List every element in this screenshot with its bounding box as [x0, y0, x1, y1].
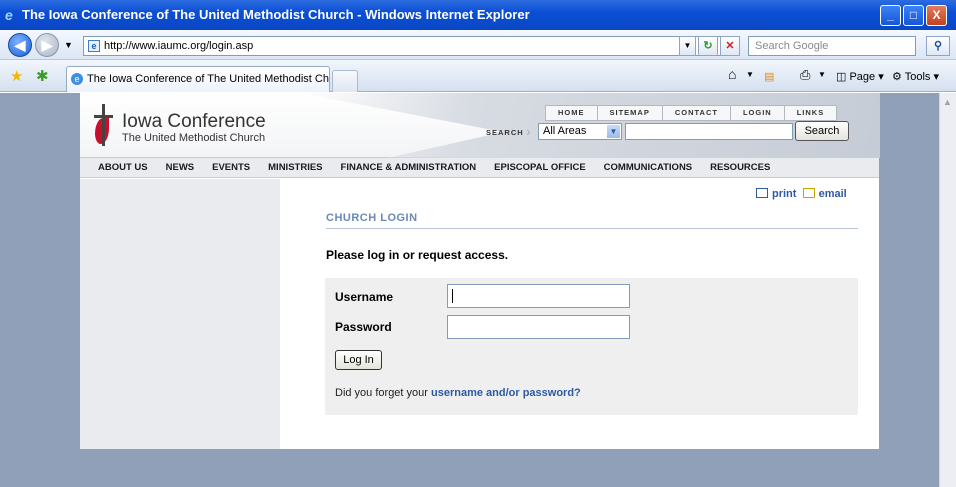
tab-page-icon: e — [71, 73, 83, 85]
print-link[interactable]: print — [772, 188, 796, 200]
tab-bar: ★ ✱ e The Iowa Conference of The United … — [0, 60, 956, 92]
page-menu[interactable]: ◫ Page ▾ — [836, 70, 884, 83]
email-link[interactable]: email — [819, 188, 847, 200]
stop-icon[interactable]: ✕ — [720, 36, 740, 56]
top-links: HOME SITEMAP CONTACT LOGIN LINKS — [545, 105, 838, 121]
nav-communications[interactable]: COMMUNICATIONS — [604, 162, 692, 173]
nav-finance-administration[interactable]: FINANCE & ADMINISTRATION — [341, 162, 477, 173]
maximize-button[interactable]: □ — [903, 5, 924, 26]
password-input[interactable] — [447, 315, 630, 339]
page-icon: e — [88, 40, 100, 52]
top-link-sitemap[interactable]: SITEMAP — [598, 106, 663, 120]
tab-title: The Iowa Conference of The United Method… — [87, 73, 330, 85]
search-icon[interactable]: ⚲ — [926, 36, 950, 56]
favorites-star-icon[interactable]: ★ — [10, 67, 23, 85]
add-favorites-icon[interactable]: ✱ — [36, 67, 49, 85]
forgot-prefix: Did you forget your — [335, 387, 428, 399]
browser-window: e The Iowa Conference of The United Meth… — [0, 0, 956, 487]
login-form: Username Password Log In Did you forget … — [325, 278, 858, 415]
forgot-text: Did you forget your username and/or pass… — [335, 387, 581, 399]
home-dropdown-icon[interactable]: ▼ — [746, 70, 754, 79]
forward-button[interactable]: ▶ — [35, 33, 59, 57]
cross-logo-icon[interactable] — [102, 104, 105, 146]
password-label: Password — [335, 320, 392, 334]
nav-resources[interactable]: RESOURCES — [710, 162, 770, 173]
nav-events[interactable]: EVENTS — [212, 162, 250, 173]
print-dropdown-icon[interactable]: ▼ — [818, 70, 826, 79]
top-link-login[interactable]: LOGIN — [731, 106, 785, 120]
main-nav: ABOUT US NEWS EVENTS MINISTRIES FINANCE … — [80, 158, 879, 178]
tab-current[interactable]: e The Iowa Conference of The United Meth… — [66, 66, 330, 92]
new-tab-button[interactable] — [332, 70, 358, 92]
ie-logo-icon: e — [5, 7, 13, 23]
address-bar[interactable]: e http://www.iaumc.org/login.asp — [83, 36, 739, 56]
vertical-scrollbar[interactable]: ▲ — [939, 93, 956, 487]
nav-episcopal-office[interactable]: EPISCOPAL OFFICE — [494, 162, 586, 173]
chevron-down-icon: ▼ — [607, 125, 620, 138]
nav-about-us[interactable]: ABOUT US — [98, 162, 148, 173]
nav-news[interactable]: NEWS — [166, 162, 195, 173]
page-menu-label: Page — [849, 71, 876, 83]
top-link-links[interactable]: LINKS — [785, 106, 837, 120]
intro-text: Please log in or request access. — [326, 248, 509, 262]
username-label: Username — [335, 290, 394, 304]
feeds-icon[interactable]: ▤ — [764, 70, 774, 83]
site-page: Iowa Conference The United Methodist Chu… — [80, 93, 880, 449]
search-scope-value: All Areas — [543, 125, 587, 137]
top-link-home[interactable]: HOME — [546, 106, 598, 120]
history-dropdown-icon[interactable]: ▼ — [64, 40, 73, 50]
forgot-credentials-link[interactable]: username and/or password? — [431, 387, 581, 399]
top-link-contact[interactable]: CONTACT — [663, 106, 731, 120]
window-title: The Iowa Conference of The United Method… — [22, 7, 530, 22]
site-search-button[interactable]: Search — [795, 121, 849, 141]
left-sidebar — [80, 179, 280, 449]
site-header: Iowa Conference The United Methodist Chu… — [80, 93, 880, 158]
address-dropdown-button[interactable]: ▼ — [679, 36, 696, 56]
email-icon — [802, 188, 815, 198]
search-scope-select[interactable]: All Areas ▼ — [538, 123, 622, 140]
print-icon — [756, 188, 768, 198]
minimize-button[interactable]: _ — [880, 5, 901, 26]
search-google-input[interactable]: Search Google — [748, 36, 916, 56]
org-name[interactable]: Iowa Conference — [122, 111, 266, 133]
address-url: http://www.iaumc.org/login.asp — [104, 40, 254, 52]
scroll-up-icon[interactable]: ▲ — [943, 97, 952, 107]
search-label: SEARCH — [486, 128, 524, 137]
close-button[interactable]: X — [926, 5, 947, 26]
cross-bar — [94, 115, 113, 118]
username-input[interactable] — [447, 284, 630, 308]
title-bar: e The Iowa Conference of The United Meth… — [0, 0, 956, 30]
title-divider — [326, 228, 858, 229]
back-button[interactable]: ◀ — [8, 33, 32, 57]
page-viewport: Iowa Conference The United Methodist Chu… — [0, 93, 956, 487]
site-search-input[interactable] — [625, 123, 793, 140]
search-arrow-icon: › — [526, 123, 531, 139]
refresh-icon[interactable]: ↻ — [698, 36, 718, 56]
page-title: CHURCH LOGIN — [326, 212, 418, 224]
navigation-bar: ◀ ▶ ▼ e http://www.iaumc.org/login.asp ▼… — [0, 30, 956, 60]
nav-ministries[interactable]: MINISTRIES — [268, 162, 322, 173]
print-email-links: print email — [756, 188, 847, 200]
tools-menu-label: Tools — [904, 71, 931, 83]
login-button[interactable]: Log In — [335, 350, 382, 370]
text-cursor — [452, 289, 453, 303]
home-icon[interactable]: ⌂ — [728, 66, 736, 82]
tools-menu[interactable]: ⚙ Tools ▾ — [892, 70, 939, 83]
org-subtitle: The United Methodist Church — [122, 132, 266, 144]
print-icon[interactable]: ⎙ — [800, 67, 810, 83]
